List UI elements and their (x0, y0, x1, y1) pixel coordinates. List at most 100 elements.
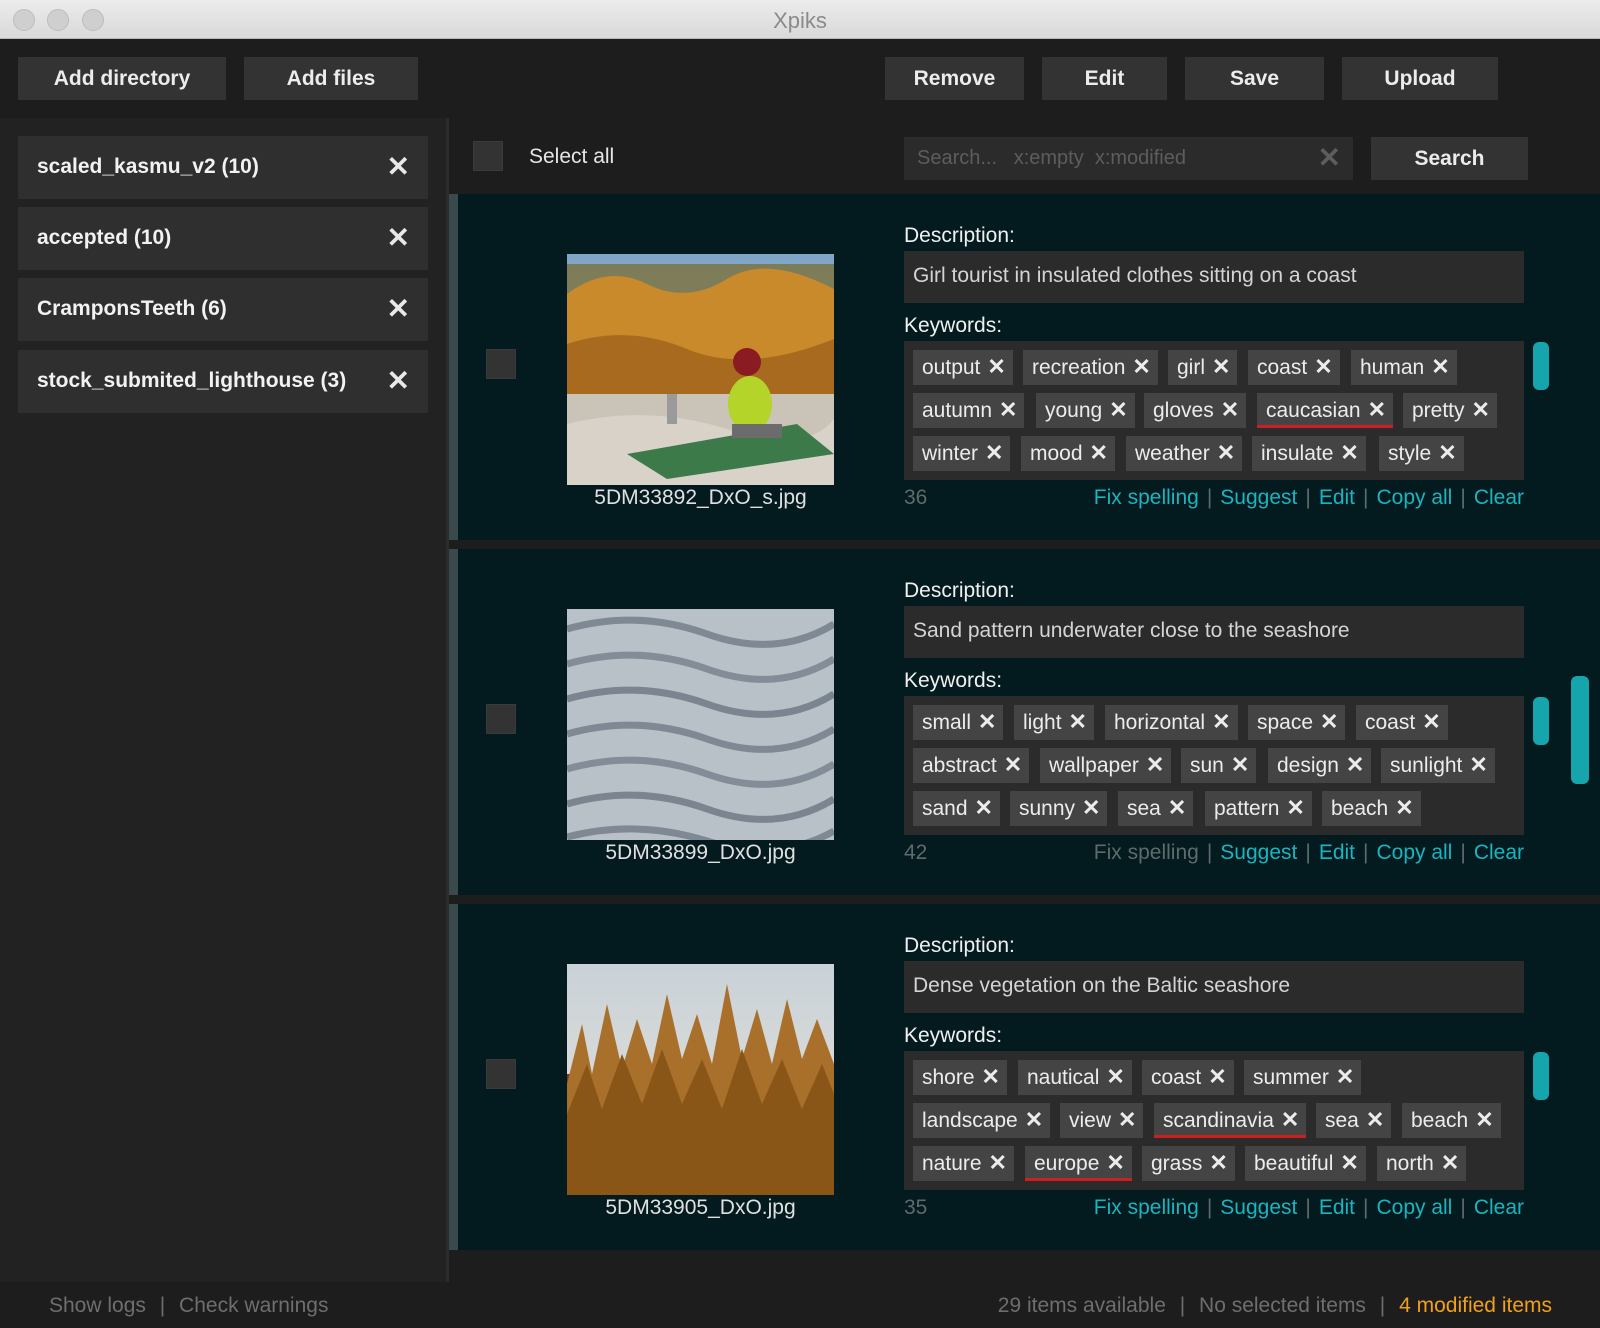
keyword-tag[interactable]: insulate ✕ (1252, 436, 1366, 471)
edit-button[interactable]: Edit (1042, 57, 1167, 100)
keyword-tag-misspelled[interactable]: europe ✕ (1025, 1146, 1132, 1181)
remove-keyword-icon[interactable]: ✕ (1109, 397, 1127, 422)
keywords-scrollbar[interactable] (1533, 697, 1549, 745)
clear-search-icon[interactable]: ✕ (1318, 143, 1341, 173)
clear-link[interactable]: Clear (1474, 486, 1524, 509)
remove-keyword-icon[interactable]: ✕ (1441, 1150, 1459, 1175)
close-icon[interactable]: ✕ (387, 366, 410, 396)
keyword-tag-misspelled[interactable]: caucasian ✕ (1257, 393, 1393, 428)
keyword-tag[interactable]: grass ✕ (1142, 1146, 1235, 1181)
keyword-tag[interactable]: sun ✕ (1181, 748, 1257, 783)
remove-keyword-icon[interactable]: ✕ (1431, 354, 1449, 379)
remove-keyword-icon[interactable]: ✕ (1320, 709, 1338, 734)
show-logs-link[interactable]: Show logs (49, 1294, 146, 1317)
keyword-tag[interactable]: sand ✕ (913, 791, 1000, 826)
fix-spelling-link[interactable]: Fix spelling (1094, 1196, 1199, 1219)
remove-keyword-icon[interactable]: ✕ (978, 709, 996, 734)
keyword-tag[interactable]: beautiful ✕ (1245, 1146, 1366, 1181)
save-button[interactable]: Save (1185, 57, 1324, 100)
remove-keyword-icon[interactable]: ✕ (1469, 752, 1487, 777)
remove-keyword-icon[interactable]: ✕ (989, 1150, 1007, 1175)
keyword-tag[interactable]: autumn ✕ (913, 393, 1025, 428)
keyword-tag[interactable]: wallpaper ✕ (1040, 748, 1172, 783)
edit-link[interactable]: Edit (1319, 486, 1355, 509)
artwork-thumbnail[interactable] (567, 254, 834, 485)
keyword-tag[interactable]: coast ✕ (1142, 1060, 1234, 1095)
remove-keyword-icon[interactable]: ✕ (1438, 440, 1456, 465)
keyword-tag[interactable]: sea ✕ (1118, 791, 1194, 826)
remove-keyword-icon[interactable]: ✕ (1286, 795, 1304, 820)
remove-keyword-icon[interactable]: ✕ (1069, 709, 1087, 734)
remove-keyword-icon[interactable]: ✕ (1106, 1064, 1124, 1089)
edit-link[interactable]: Edit (1319, 841, 1355, 864)
artworks-scrollbar[interactable] (1571, 676, 1589, 784)
remove-keyword-icon[interactable]: ✕ (1082, 795, 1100, 820)
keywords-scrollbar[interactable] (1533, 342, 1549, 390)
fix-spelling-link[interactable]: Fix spelling (1094, 486, 1199, 509)
close-icon[interactable]: ✕ (387, 152, 410, 182)
clear-link[interactable]: Clear (1474, 1196, 1524, 1219)
select-all-checkbox[interactable] (473, 141, 503, 171)
remove-keyword-icon[interactable]: ✕ (1004, 752, 1022, 777)
keyword-tag[interactable]: human ✕ (1351, 350, 1457, 385)
add-directory-button[interactable]: Add directory (18, 57, 226, 100)
remove-keyword-icon[interactable]: ✕ (1217, 440, 1235, 465)
artwork-checkbox[interactable] (486, 1059, 516, 1089)
keyword-tag[interactable]: space ✕ (1248, 705, 1346, 740)
keyword-tag[interactable]: landscape ✕ (913, 1103, 1051, 1138)
remove-keyword-icon[interactable]: ✕ (1168, 795, 1186, 820)
keyword-tag[interactable]: recreation ✕ (1023, 350, 1158, 385)
description-input[interactable]: Sand pattern underwater close to the sea… (904, 606, 1524, 658)
remove-keyword-icon[interactable]: ✕ (1340, 440, 1358, 465)
remove-keyword-icon[interactable]: ✕ (1209, 1150, 1227, 1175)
remove-keyword-icon[interactable]: ✕ (1281, 1107, 1299, 1132)
directory-item[interactable]: scaled_kasmu_v2 (10) ✕ (18, 136, 428, 199)
remove-keyword-icon[interactable]: ✕ (1231, 752, 1249, 777)
keyword-tag[interactable]: summer ✕ (1244, 1060, 1362, 1095)
keyword-tag[interactable]: girl ✕ (1168, 350, 1238, 385)
keyword-tag[interactable]: sea ✕ (1316, 1103, 1392, 1138)
keyword-tag[interactable]: coast ✕ (1248, 350, 1340, 385)
keyword-tag[interactable]: output ✕ (913, 350, 1013, 385)
remove-keyword-icon[interactable]: ✕ (987, 354, 1005, 379)
keyword-tag[interactable]: abstract ✕ (913, 748, 1030, 783)
remove-keyword-icon[interactable]: ✕ (1340, 1150, 1358, 1175)
check-warnings-link[interactable]: Check warnings (179, 1294, 328, 1317)
remove-keyword-icon[interactable]: ✕ (1106, 1150, 1124, 1175)
remove-keyword-icon[interactable]: ✕ (1475, 1107, 1493, 1132)
description-input[interactable]: Dense vegetation on the Baltic seashore (904, 961, 1524, 1013)
remove-keyword-icon[interactable]: ✕ (975, 795, 993, 820)
keyword-tag[interactable]: mood ✕ (1021, 436, 1115, 471)
select-all-label[interactable]: Select all (529, 145, 614, 169)
remove-keyword-icon[interactable]: ✕ (1472, 397, 1490, 422)
edit-link[interactable]: Edit (1319, 1196, 1355, 1219)
keywords-editor[interactable]: shore ✕ nautical ✕ coast ✕ summer ✕ landscap… (904, 1051, 1524, 1190)
keyword-tag[interactable]: nautical ✕ (1018, 1060, 1132, 1095)
remove-keyword-icon[interactable]: ✕ (1221, 397, 1239, 422)
keyword-tag[interactable]: coast ✕ (1356, 705, 1448, 740)
keyword-tag[interactable]: north ✕ (1377, 1146, 1467, 1181)
remove-keyword-icon[interactable]: ✕ (999, 397, 1017, 422)
keyword-tag[interactable]: style ✕ (1379, 436, 1464, 471)
copy-all-link[interactable]: Copy all (1376, 486, 1452, 509)
remove-keyword-icon[interactable]: ✕ (1025, 1107, 1043, 1132)
keyword-tag[interactable]: nature ✕ (913, 1146, 1014, 1181)
keywords-editor[interactable]: output ✕ recreation ✕ girl ✕ coast ✕ human ✕ … (904, 341, 1524, 480)
search-input[interactable] (904, 137, 1304, 180)
description-input[interactable]: Girl tourist in insulated clothes sittin… (904, 251, 1524, 303)
artwork-thumbnail[interactable] (567, 609, 834, 840)
search-button[interactable]: Search (1371, 137, 1528, 180)
keyword-tag[interactable]: light ✕ (1014, 705, 1094, 740)
keyword-tag[interactable]: pattern ✕ (1205, 791, 1312, 826)
remove-keyword-icon[interactable]: ✕ (1422, 709, 1440, 734)
remove-button[interactable]: Remove (885, 57, 1024, 100)
suggest-link[interactable]: Suggest (1220, 841, 1297, 864)
search-field[interactable]: ✕ (904, 137, 1353, 180)
modified-items-link[interactable]: 4 modified items (1399, 1294, 1552, 1317)
keyword-tag[interactable]: design ✕ (1268, 748, 1372, 783)
remove-keyword-icon[interactable]: ✕ (1395, 795, 1413, 820)
keyword-tag[interactable]: view ✕ (1060, 1103, 1144, 1138)
close-icon[interactable]: ✕ (387, 223, 410, 253)
keyword-tag[interactable]: weather ✕ (1126, 436, 1243, 471)
suggest-link[interactable]: Suggest (1220, 1196, 1297, 1219)
